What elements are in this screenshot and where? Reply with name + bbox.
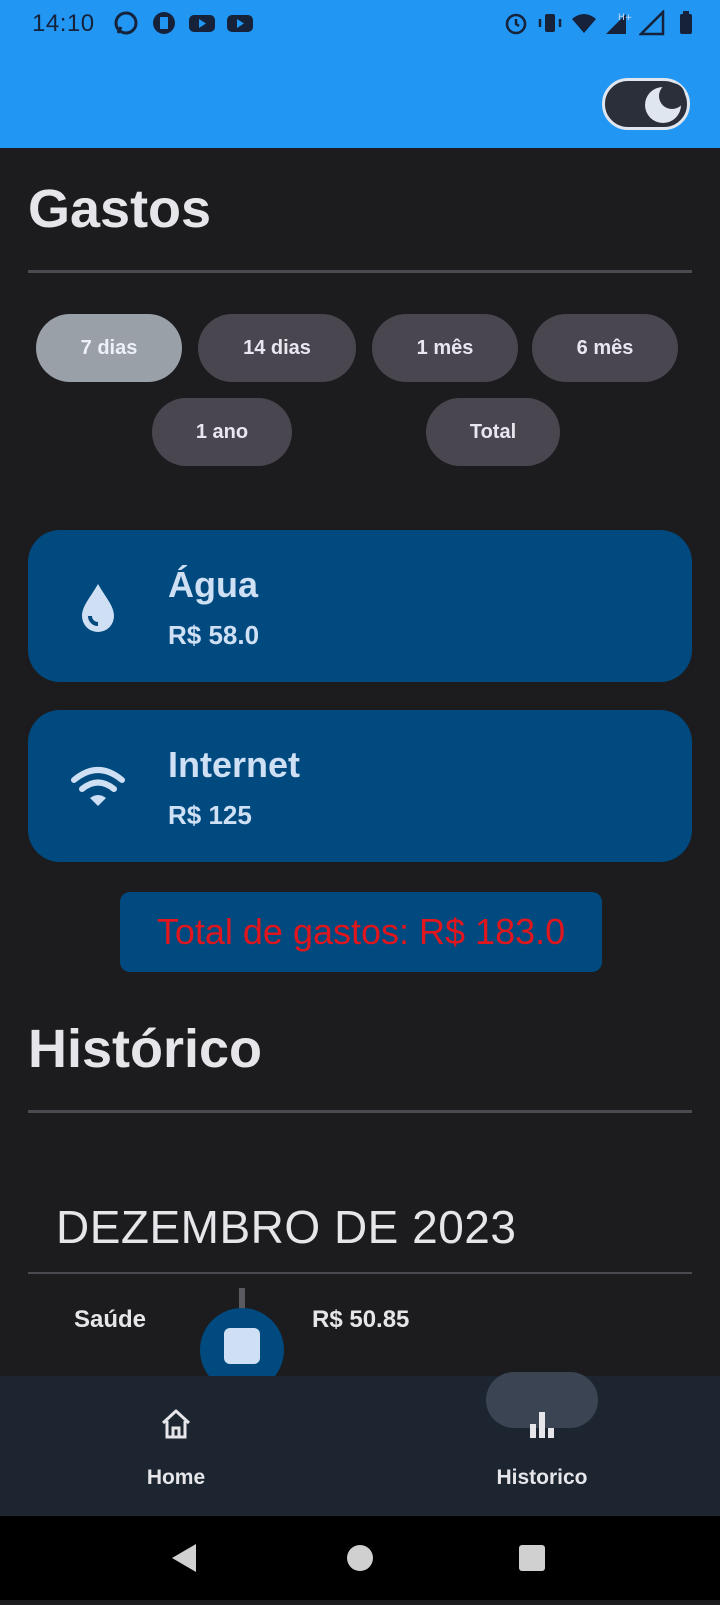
signal-icon — [637, 8, 666, 38]
expense-value: R$ 58.0 — [168, 620, 260, 650]
notification-icons — [112, 10, 254, 38]
history-entry-value: R$ 50.85 — [312, 1306, 410, 1333]
expense-value: R$ 125 — [168, 800, 252, 830]
main-content[interactable]: Gastos 7 dias 14 dias 1 mês 6 mês 1 ano … — [0, 148, 720, 1376]
home-icon — [158, 1406, 194, 1442]
total-expenses: Total de gastos: R$ 183.0 — [120, 892, 602, 972]
recents-icon[interactable] — [492, 1516, 572, 1600]
back-icon[interactable] — [144, 1516, 224, 1600]
nav-historico-label: Historico — [496, 1466, 588, 1489]
expense-card-agua[interactable]: Água R$ 58.0 — [28, 530, 692, 682]
gastos-title: Gastos — [28, 179, 212, 239]
filter-chip-14-dias[interactable]: 14 dias — [198, 314, 356, 382]
app-bar: 14:10 H+ — [0, 0, 720, 148]
expense-card-internet[interactable]: Internet R$ 125 — [28, 710, 692, 862]
divider — [28, 270, 692, 273]
system-status-icons: H+ — [502, 8, 700, 38]
system-navigation — [0, 1516, 720, 1600]
youtube-icon — [188, 10, 216, 38]
bottom-navigation: Home Historico — [0, 1372, 720, 1516]
status-time: 14:10 — [32, 10, 95, 37]
expense-name: Água — [168, 564, 258, 605]
theme-toggle[interactable] — [602, 78, 690, 130]
moon-icon — [645, 83, 685, 123]
wifi-icon — [68, 756, 128, 816]
historico-title: Histórico — [28, 1019, 263, 1079]
alarm-icon — [502, 10, 530, 38]
filter-chip-6-mes[interactable]: 6 mês — [532, 314, 678, 382]
nav-home-label: Home — [146, 1466, 206, 1489]
battery-icon — [672, 10, 700, 38]
app-icon — [150, 10, 178, 38]
nav-historico[interactable]: Historico — [422, 1372, 662, 1516]
filter-chip-1-mes[interactable]: 1 mês — [372, 314, 518, 382]
svg-text:H+: H+ — [618, 13, 632, 23]
water-drop-icon — [68, 576, 128, 636]
filter-chip-total[interactable]: Total — [426, 398, 560, 466]
signal-h-plus-icon: H+ — [604, 10, 632, 38]
wifi-icon — [570, 10, 598, 38]
youtube-icon — [226, 10, 254, 38]
filter-chip-1-ano[interactable]: 1 ano — [152, 398, 292, 466]
divider — [28, 1272, 692, 1274]
home-circle-icon[interactable] — [320, 1516, 400, 1600]
nav-home[interactable]: Home — [56, 1376, 296, 1516]
bar-chart-icon — [524, 1406, 560, 1442]
vibrate-icon — [536, 10, 564, 38]
divider — [28, 1110, 692, 1113]
month-header: DEZEMBRO DE 2023 — [56, 1201, 517, 1253]
expense-name: Internet — [168, 744, 301, 785]
filter-chip-7-dias[interactable]: 7 dias — [36, 314, 182, 382]
medical-icon — [224, 1328, 260, 1364]
whatsapp-icon — [112, 10, 140, 38]
history-entry-label: Saúde — [74, 1306, 147, 1333]
